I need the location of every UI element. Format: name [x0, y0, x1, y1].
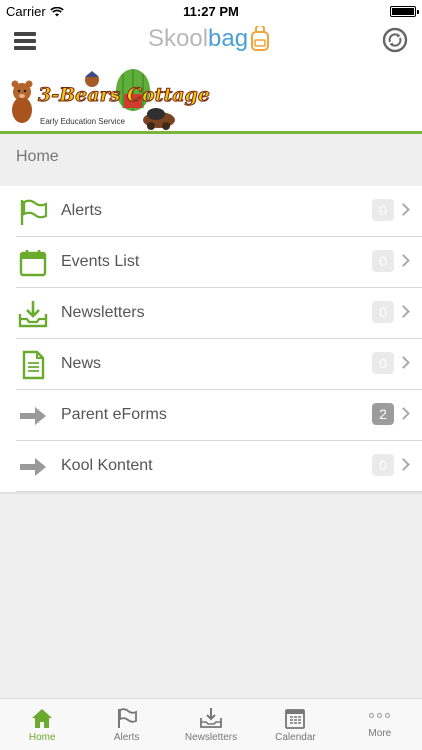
app-title-part2: bag: [208, 25, 249, 52]
menu-item-kool-kontent[interactable]: Kool Kontent 0: [16, 441, 422, 492]
section-header: Home: [16, 148, 59, 165]
list-bottom-divider: [0, 492, 422, 494]
tab-bar: Home Alerts Newsletters Calendar More: [0, 698, 422, 750]
count-badge: 0: [372, 301, 394, 323]
count-badge: 0: [372, 199, 394, 221]
tab-label: Calendar: [275, 732, 316, 743]
menu-item-label: Kool Kontent: [61, 457, 153, 474]
tab-more[interactable]: More: [338, 699, 422, 750]
tab-label: Newsletters: [184, 732, 238, 743]
home-icon: [32, 709, 53, 728]
inbox-download-icon: [200, 708, 222, 728]
arrow-right-icon: [20, 407, 46, 425]
inbox-download-icon: [18, 301, 48, 328]
arrow-right-icon: [20, 458, 46, 476]
tab-calendar[interactable]: Calendar: [253, 699, 337, 750]
chevron-right-icon: [397, 407, 410, 420]
chevron-right-icon: [397, 305, 410, 318]
banner-divider: [0, 131, 422, 134]
menu-item-label: Newsletters: [61, 304, 145, 321]
menu-item-alerts[interactable]: Alerts 0: [16, 186, 422, 237]
sync-icon[interactable]: [382, 27, 408, 53]
calendar-icon: [285, 709, 306, 729]
menu-item-label: Alerts: [61, 202, 102, 219]
document-icon: [22, 350, 45, 380]
nav-bar: Skool bag: [0, 22, 422, 62]
status-bar: Carrier 11:27 PM: [0, 0, 422, 22]
menu-item-label: News: [61, 355, 102, 372]
count-badge: 2: [372, 403, 394, 425]
tab-home[interactable]: Home: [0, 699, 84, 750]
menu-item-newsletters[interactable]: Newsletters 0: [16, 288, 422, 339]
menu-item-parent-eforms[interactable]: Parent eForms 2: [16, 390, 422, 441]
school-banner: 3-Bears Cottage Early Education Service: [0, 62, 422, 134]
chevron-right-icon: [397, 203, 410, 216]
tab-label: More: [368, 728, 392, 739]
count-badge: 0: [372, 352, 394, 374]
home-menu-list: Alerts 0 Events List 0 Newsletters 0 New…: [0, 186, 422, 494]
battery-icon: [390, 6, 419, 17]
tab-alerts[interactable]: Alerts: [84, 699, 168, 750]
chevron-right-icon: [397, 458, 410, 471]
calendar-icon: [19, 250, 47, 277]
menu-item-label: Events List: [61, 253, 140, 270]
backpack-icon: [251, 26, 270, 51]
tab-label: Alerts: [113, 732, 140, 743]
more-dots-icon: [338, 713, 422, 725]
app-title: Skool bag: [148, 25, 271, 53]
flag-icon: [117, 708, 137, 728]
count-badge: 0: [372, 250, 394, 272]
battery-level: [392, 8, 414, 15]
menu-item-news[interactable]: News 0: [16, 339, 422, 390]
tab-label: Home: [28, 732, 56, 743]
app-title-part1: Skool: [148, 25, 209, 52]
status-time: 11:27 PM: [183, 4, 239, 19]
logo-subtitle: Early Education Service: [40, 117, 125, 126]
tab-newsletters[interactable]: Newsletters: [169, 699, 253, 750]
chevron-right-icon: [397, 254, 410, 267]
flag-icon: [20, 199, 48, 225]
menu-item-events-list[interactable]: Events List 0: [16, 237, 422, 288]
count-badge: 0: [372, 454, 394, 476]
menu-item-label: Parent eForms: [61, 406, 167, 423]
logo-text: 3-Bears Cottage: [38, 84, 211, 107]
hamburger-icon[interactable]: [14, 30, 38, 52]
chevron-right-icon: [397, 356, 410, 369]
